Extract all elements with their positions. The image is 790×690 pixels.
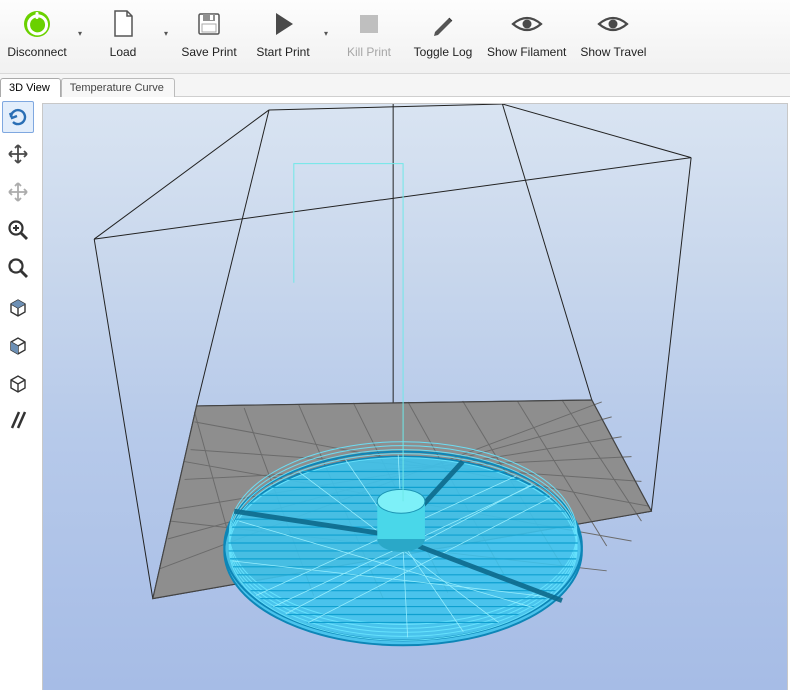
main-toolbar: Disconnect ▾ Load ▾ (0, 0, 790, 74)
show-travel-label: Show Travel (580, 45, 646, 59)
disconnect-label: Disconnect (7, 45, 66, 59)
parallel-view-button[interactable] (2, 405, 34, 437)
floppy-disk-icon (195, 10, 223, 41)
document-icon (110, 9, 136, 42)
tab-3d-view-label: 3D View (9, 82, 50, 94)
3d-viewport[interactable] (42, 103, 788, 690)
zoom-button[interactable] (2, 215, 34, 247)
move-arrows-icon (6, 180, 30, 207)
disconnect-button[interactable]: Disconnect (0, 4, 74, 62)
cube-front-icon (6, 332, 30, 359)
cube-top-icon (6, 294, 30, 321)
play-icon (270, 10, 296, 41)
tab-temperature-curve-label: Temperature Curve (70, 82, 164, 94)
toggle-log-button[interactable]: Toggle Log (406, 4, 480, 62)
load-label: Load (110, 45, 137, 59)
save-print-label: Save Print (181, 45, 236, 59)
show-filament-button[interactable]: Show Filament (480, 4, 573, 62)
eye-icon (511, 12, 543, 39)
rotate-icon (6, 104, 30, 131)
main-area (0, 97, 790, 690)
top-view-button[interactable] (2, 291, 34, 323)
save-print-button[interactable]: Save Print (172, 4, 246, 62)
iso-view-button[interactable] (2, 367, 34, 399)
3d-scene (43, 104, 787, 690)
zoom-fit-icon (6, 256, 30, 283)
start-print-dropdown[interactable]: ▾ (320, 20, 332, 46)
zoom-in-icon (6, 218, 30, 245)
plug-icon (22, 9, 52, 42)
toggle-log-label: Toggle Log (414, 45, 473, 59)
zoom-fit-button[interactable] (2, 253, 34, 285)
view-tools (0, 101, 34, 437)
move-view-button[interactable] (2, 139, 34, 171)
eye-icon (597, 12, 629, 39)
move-object-button[interactable] (2, 177, 34, 209)
load-dropdown[interactable]: ▾ (160, 20, 172, 46)
cube-iso-icon (6, 370, 30, 397)
disconnect-dropdown[interactable]: ▾ (74, 20, 86, 46)
tab-temperature-curve[interactable]: Temperature Curve (61, 78, 175, 97)
kill-print-button[interactable]: Kill Print (332, 4, 406, 62)
pencil-icon (429, 10, 457, 41)
show-travel-button[interactable]: Show Travel (573, 4, 653, 62)
move-icon (6, 142, 30, 169)
show-filament-label: Show Filament (487, 45, 566, 59)
kill-print-label: Kill Print (347, 45, 391, 59)
front-view-button[interactable] (2, 329, 34, 361)
tab-3d-view[interactable]: 3D View (0, 78, 61, 97)
rotate-view-button[interactable] (2, 101, 34, 133)
start-print-button[interactable]: Start Print (246, 4, 320, 62)
stop-icon (356, 11, 382, 40)
load-button[interactable]: Load (86, 4, 160, 62)
view-tabstrip: 3D View Temperature Curve (0, 74, 790, 97)
parallel-lines-icon (6, 408, 30, 435)
start-print-label: Start Print (256, 45, 309, 59)
